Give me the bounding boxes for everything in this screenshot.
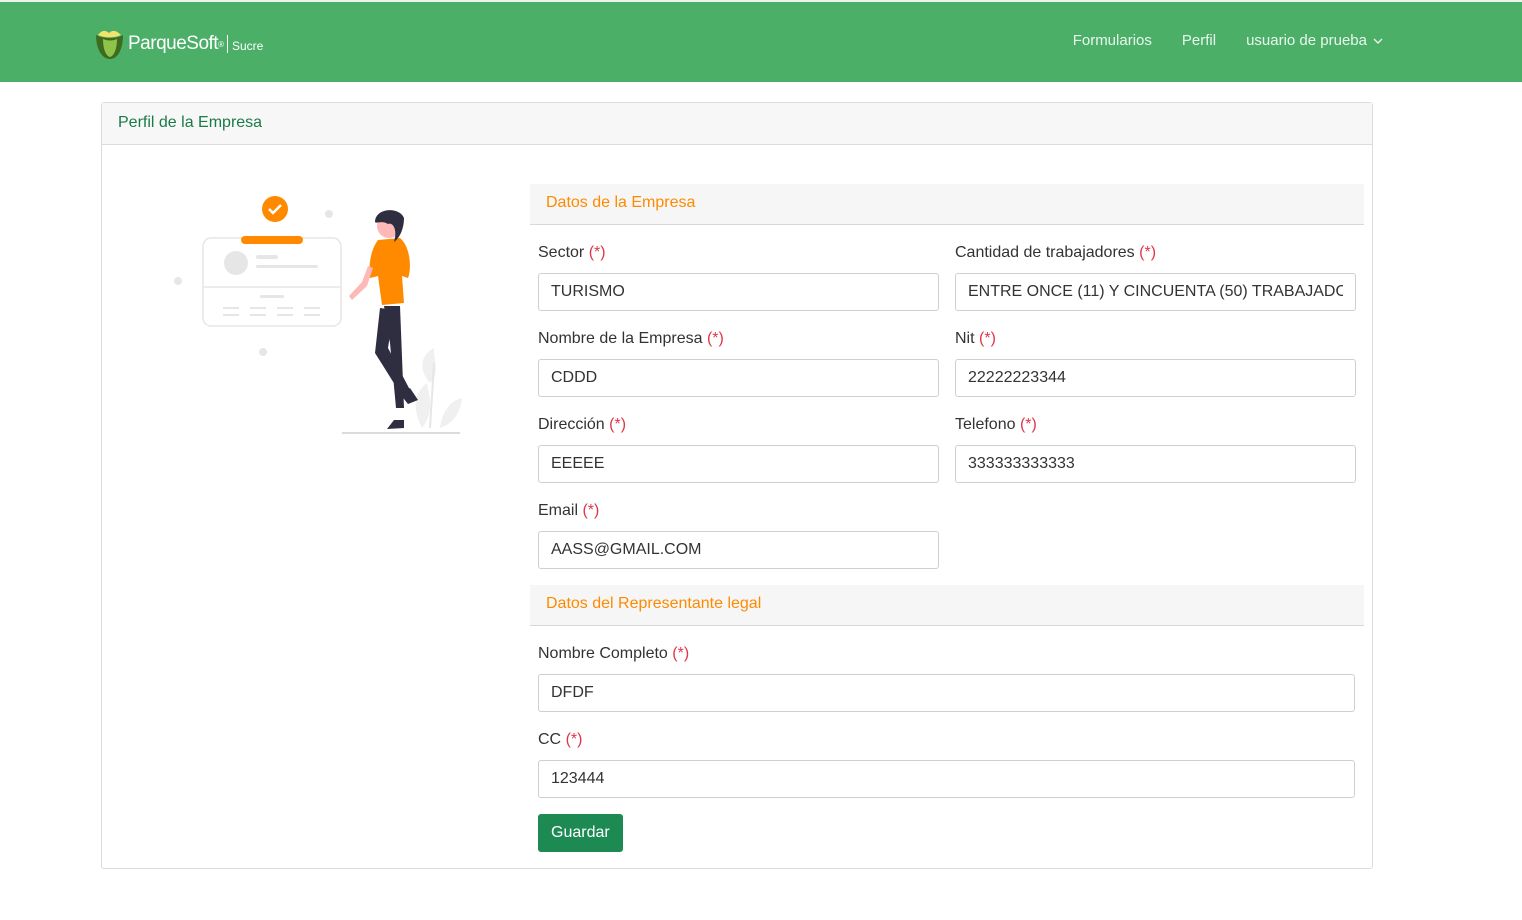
cc-input[interactable] (538, 760, 1355, 798)
sector-input[interactable] (538, 273, 939, 311)
trabajadores-field-group: Cantidad de trabajadores (*) (955, 225, 1356, 311)
nav-perfil[interactable]: Perfil (1182, 32, 1216, 49)
nombre-empresa-field-group: Nombre de la Empresa (*) (538, 311, 939, 397)
sector-field-group: Sector (*) (538, 225, 939, 311)
user-menu-label: usuario de prueba (1246, 32, 1367, 49)
cc-field-group: CC (*) (538, 712, 1355, 798)
sector-label: Sector (*) (538, 244, 606, 261)
card-header: Perfil de la Empresa (102, 103, 1372, 145)
required-mark: (*) (706, 330, 724, 347)
nombre-completo-field-group: Nombre Completo (*) (538, 626, 1355, 712)
user-menu-dropdown[interactable]: usuario de prueba (1246, 32, 1384, 49)
nombre-completo-input[interactable] (538, 674, 1355, 712)
required-mark: (*) (1139, 244, 1157, 261)
required-mark: (*) (1019, 416, 1037, 433)
top-navbar: ParqueSoft ® Sucre Formularios Perfil us… (0, 0, 1522, 82)
email-input[interactable] (538, 531, 939, 569)
nombre-completo-label: Nombre Completo (*) (538, 645, 690, 662)
nav-formularios[interactable]: Formularios (1073, 32, 1152, 49)
trabajadores-label: Cantidad de trabajadores (*) (955, 244, 1157, 261)
direccion-label: Dirección (*) (538, 416, 627, 433)
section-empresa-header: Datos de la Empresa (530, 184, 1364, 225)
telefono-label: Telefono (*) (955, 416, 1037, 433)
nit-input[interactable] (955, 359, 1356, 397)
nav-links: Formularios Perfil usuario de prueba (1043, 32, 1384, 49)
required-mark: (*) (672, 645, 690, 662)
nombre-empresa-input[interactable] (538, 359, 939, 397)
telefono-input[interactable] (955, 445, 1356, 483)
brand-logo-link[interactable]: ParqueSoft ® Sucre (92, 26, 263, 62)
nit-label: Nit (*) (955, 330, 996, 347)
required-mark: (*) (979, 330, 996, 347)
trabajadores-input[interactable] (955, 273, 1356, 311)
email-label: Email (*) (538, 502, 600, 519)
chevron-down-icon (1373, 38, 1383, 44)
parquesoft-logo-icon (96, 30, 123, 59)
profile-illustration (174, 196, 462, 434)
required-mark: (*) (609, 416, 627, 433)
cc-label: CC (*) (538, 731, 583, 748)
direccion-field-group: Dirección (*) (538, 397, 939, 483)
section-representante-header: Datos del Representante legal (530, 585, 1364, 626)
brand-subtitle: Sucre (231, 39, 264, 53)
required-mark: (*) (565, 731, 583, 748)
direccion-input[interactable] (538, 445, 939, 483)
nit-field-group: Nit (*) (955, 311, 1356, 397)
brand-registered-mark: ® (218, 39, 224, 49)
required-mark: (*) (588, 244, 606, 261)
save-button[interactable]: Guardar (538, 814, 623, 852)
brand-name: ParqueSoft (128, 33, 219, 54)
email-field-group: Email (*) (538, 483, 939, 569)
brand-separator (226, 35, 228, 53)
telefono-field-group: Telefono (*) (955, 397, 1356, 483)
form-area: Datos de la Empresa Sector (*) Cantidad … (530, 184, 1364, 852)
profile-card: Perfil de la Empresa Datos de la Empresa… (101, 102, 1373, 869)
required-mark: (*) (582, 502, 600, 519)
nombre-empresa-label: Nombre de la Empresa (*) (538, 330, 724, 347)
